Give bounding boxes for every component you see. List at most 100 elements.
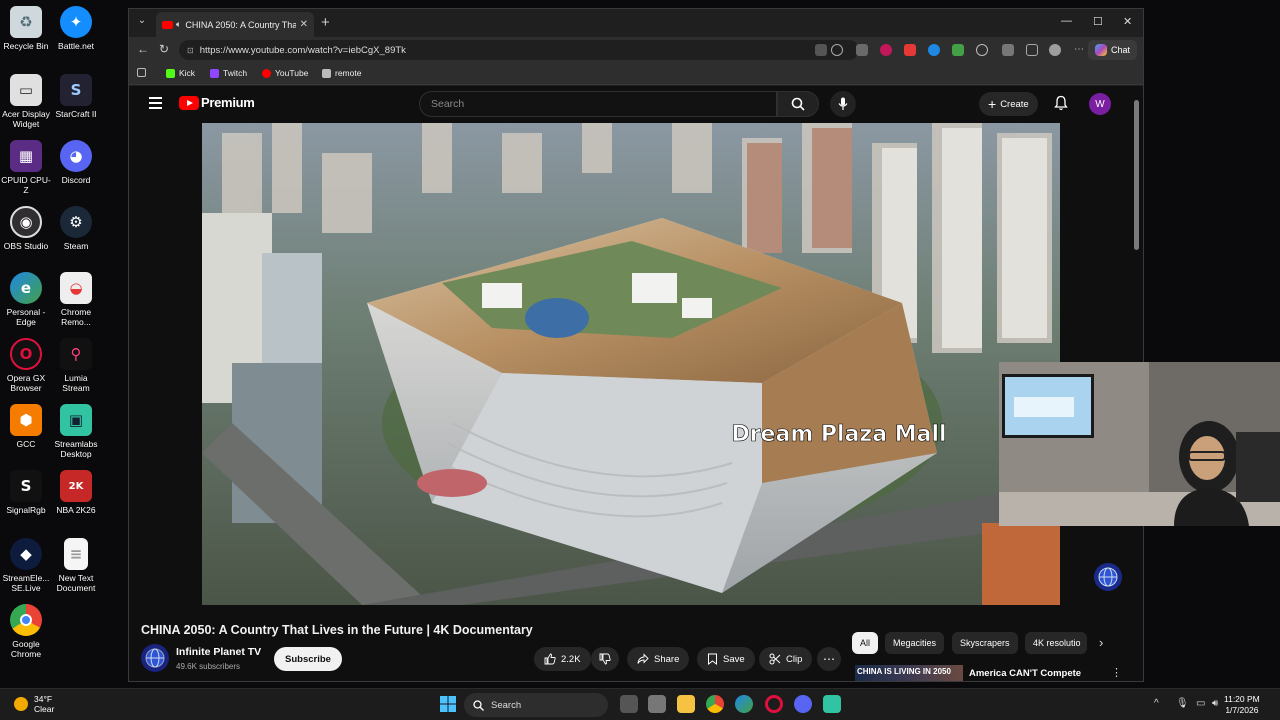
start-button[interactable] bbox=[440, 696, 456, 717]
bookmark-youtube[interactable]: YouTube bbox=[262, 68, 308, 78]
extension-adblock-icon[interactable] bbox=[880, 44, 892, 56]
desktop-icon-new-text-document[interactable]: ≡ New Text Document bbox=[50, 538, 102, 593]
system-clock[interactable]: 11:20 PM 1/7/2026 bbox=[1224, 694, 1260, 716]
recommended-video-title[interactable]: America CAN'T Compete with China's High-… bbox=[969, 668, 1099, 681]
desktop-icon-signalrgb[interactable]: S SignalRgb bbox=[0, 470, 52, 515]
share-button[interactable]: Share bbox=[627, 647, 690, 671]
globe-icon bbox=[145, 648, 165, 668]
extension-scan-icon[interactable] bbox=[952, 44, 964, 56]
tray-overflow-icon[interactable]: ^ bbox=[1154, 698, 1159, 709]
voice-search-button[interactable] bbox=[830, 91, 856, 117]
desktop-icon-discord[interactable]: ◕ Discord bbox=[50, 140, 102, 185]
video-player[interactable]: Dream Plaza Mall bbox=[202, 123, 1060, 605]
volume-icon[interactable]: 🔊︎ bbox=[1212, 698, 1218, 709]
file-explorer-icon[interactable] bbox=[677, 695, 695, 713]
like-button[interactable]: 2.2K bbox=[534, 647, 591, 671]
refresh-icon[interactable]: ↻ bbox=[159, 42, 169, 56]
menu-icon[interactable] bbox=[149, 97, 162, 112]
notifications-button[interactable] bbox=[1054, 95, 1068, 116]
desktop-icon-chrome-remote[interactable]: ◒ Chrome Remo... bbox=[50, 272, 102, 327]
desktop-icon-recycle-bin[interactable]: ♻ Recycle Bin bbox=[0, 6, 52, 51]
desktop-icon-battlenet[interactable]: ✦ Battle.net bbox=[50, 6, 102, 51]
recommended-video-thumbnail[interactable]: CHINA IS LIVING IN 2050 bbox=[855, 665, 963, 681]
profile-icon[interactable] bbox=[1049, 44, 1061, 56]
extensions-puzzle-icon[interactable] bbox=[1002, 44, 1014, 56]
reading-list-icon[interactable] bbox=[137, 68, 150, 77]
search-button[interactable] bbox=[777, 91, 819, 117]
bookmark-remote[interactable]: remote bbox=[322, 68, 361, 78]
opera-gx-taskbar-icon[interactable] bbox=[765, 695, 783, 713]
recycle-bin-icon: ♻ bbox=[10, 6, 42, 38]
split-screen-icon[interactable] bbox=[815, 44, 827, 56]
address-bar[interactable]: ⊡ https://www.youtube.com/watch?v=iebCgX… bbox=[179, 40, 859, 60]
bookmark-twitch[interactable]: Twitch bbox=[210, 68, 247, 78]
taskbar-search[interactable]: Search bbox=[464, 693, 608, 717]
subscribe-button[interactable]: Subscribe bbox=[274, 647, 342, 671]
desktop-icon-lumia[interactable]: ⚲ Lumia Stream bbox=[50, 338, 102, 393]
youtube-premium-logo[interactable]: Premium bbox=[179, 95, 255, 110]
thumbs-down-icon bbox=[599, 653, 611, 665]
desktop-icon-opera-gx[interactable]: O Opera GX Browser bbox=[0, 338, 52, 393]
desktop-icon-nba2k[interactable]: 2K NBA 2K26 bbox=[50, 470, 102, 515]
save-button[interactable]: Save bbox=[697, 647, 755, 671]
extension-sync-icon[interactable] bbox=[976, 44, 988, 56]
channel-name[interactable]: Infinite Planet TV bbox=[176, 646, 261, 658]
close-window-icon[interactable]: ✕ bbox=[1123, 15, 1132, 28]
tab-list-chevron-icon[interactable]: ⌄ bbox=[133, 15, 151, 31]
desktop-icon-obs[interactable]: ◉ OBS Studio bbox=[0, 206, 52, 251]
weather-widget[interactable]: 34°F Clear bbox=[14, 694, 54, 714]
new-tab-button[interactable]: + bbox=[321, 14, 330, 31]
speaker-icon[interactable]: 🔈︎ bbox=[176, 19, 181, 30]
desktop-icon-starcraft[interactable]: S StarCraft II bbox=[50, 74, 102, 119]
more-actions-button[interactable]: ⋯ bbox=[817, 647, 841, 671]
chip-4k-resolution[interactable]: 4K resolutio bbox=[1025, 632, 1087, 654]
desktop-icon-cpuz[interactable]: ▦ CPUID CPU-Z bbox=[0, 140, 52, 195]
extension-record-icon[interactable] bbox=[904, 44, 916, 56]
extension-folder-icon[interactable] bbox=[856, 44, 868, 56]
minimize-icon[interactable]: — bbox=[1061, 15, 1072, 27]
maximize-icon[interactable]: ☐ bbox=[1093, 15, 1103, 28]
recommended-more-icon[interactable]: ⋮ bbox=[1111, 666, 1122, 679]
page-scrollbar-thumb[interactable] bbox=[1134, 100, 1139, 250]
video-frame-aerial-city: Dream Plaza Mall bbox=[202, 123, 1060, 605]
edge-taskbar-icon[interactable] bbox=[735, 695, 753, 713]
account-avatar[interactable]: W bbox=[1089, 93, 1111, 115]
more-menu-icon[interactable]: ⋯ bbox=[1074, 44, 1086, 56]
streamelements-icon: ◆ bbox=[10, 538, 42, 570]
channel-avatar[interactable] bbox=[141, 644, 169, 672]
desktop-icon-edge[interactable]: e Personal - Edge bbox=[0, 272, 52, 327]
close-tab-icon[interactable]: ✕ bbox=[300, 19, 308, 30]
search-input[interactable]: Search bbox=[419, 91, 777, 117]
streamlabs-taskbar-icon[interactable] bbox=[823, 695, 841, 713]
chrome-taskbar-icon[interactable] bbox=[706, 695, 724, 713]
discord-taskbar-icon[interactable] bbox=[794, 695, 812, 713]
create-button[interactable]: + Create bbox=[979, 92, 1038, 116]
webcam-overlay bbox=[999, 362, 1280, 526]
back-icon[interactable]: ← bbox=[137, 42, 149, 56]
desktop-icon-streamlabs[interactable]: ▣ Streamlabs Desktop bbox=[50, 404, 102, 459]
chip-all[interactable]: All bbox=[852, 632, 879, 654]
desktop-icon-gcc[interactable]: ⬢ GCC bbox=[0, 404, 52, 449]
favorites-icon[interactable] bbox=[1026, 44, 1038, 56]
desktop-icon-acer-display-widget[interactable]: ▭ Acer Display Widget bbox=[0, 74, 52, 129]
favorite-star-icon[interactable] bbox=[831, 44, 843, 56]
copilot-chat-button[interactable]: Chat bbox=[1087, 40, 1137, 60]
clip-button[interactable]: Clip bbox=[759, 647, 813, 671]
desktop-icon-streamelements[interactable]: ◆ StreamEle... SE.Live bbox=[0, 538, 52, 593]
bookmark-kick[interactable]: Kick bbox=[166, 68, 195, 78]
chips-next-chevron-icon[interactable]: › bbox=[1099, 635, 1103, 650]
display-tray-icon[interactable]: ▭ bbox=[1196, 698, 1205, 709]
microphone-tray-icon[interactable]: 🎙︎ bbox=[1176, 698, 1189, 709]
edge-icon: e bbox=[10, 272, 42, 304]
desktop-icon-google-chrome[interactable]: Google Chrome bbox=[0, 604, 52, 659]
extension-globe-icon[interactable] bbox=[928, 44, 940, 56]
tab-youtube-video[interactable]: 🔈︎ CHINA 2050: A Country That L ✕ bbox=[156, 12, 314, 37]
desktop-icon-steam[interactable]: ⚙ Steam bbox=[50, 206, 102, 251]
task-view-icon[interactable] bbox=[620, 695, 638, 713]
channel-watermark[interactable] bbox=[1094, 563, 1122, 591]
dislike-button[interactable] bbox=[591, 647, 619, 671]
site-info-icon[interactable]: ⊡ bbox=[187, 46, 194, 55]
widgets-icon[interactable] bbox=[648, 695, 666, 713]
chip-skyscrapers[interactable]: Skyscrapers bbox=[952, 632, 1018, 654]
chip-megacities[interactable]: Megacities bbox=[885, 632, 945, 654]
